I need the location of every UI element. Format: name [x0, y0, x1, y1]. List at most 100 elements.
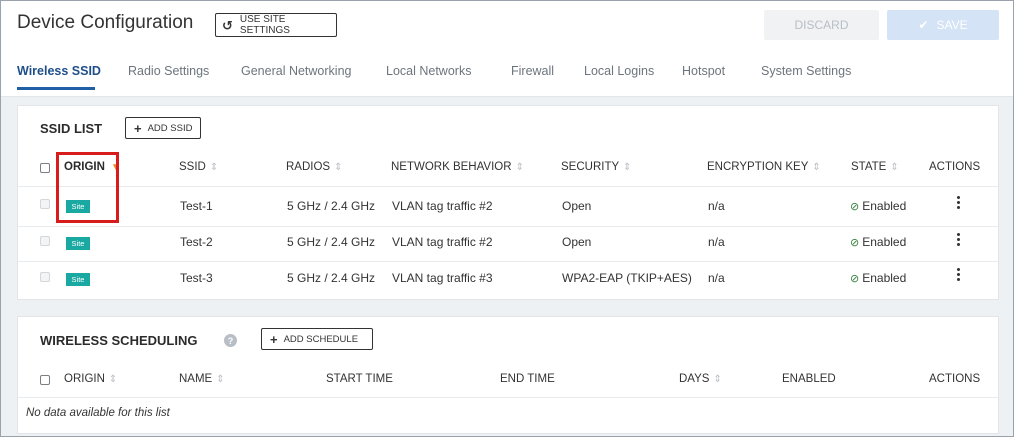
save-button[interactable]: ✔ SAVE — [887, 10, 999, 40]
column-network-behavior[interactable]: NETWORK BEHAVIOR ⇕ — [391, 161, 524, 173]
sort-icon: ⇕ — [334, 162, 343, 173]
sort-icon: ⇕ — [108, 374, 118, 385]
column-origin[interactable]: ORIGIN ⇕ — [64, 373, 117, 385]
column-name[interactable]: NAME ⇕ — [179, 373, 225, 385]
add-schedule-button[interactable]: + ADD SCHEDULE — [261, 328, 373, 350]
check-circle-icon: ⊘ — [850, 201, 860, 213]
security-cell: WPA2-EAP (TKIP+AES) — [562, 271, 692, 285]
sort-icon: ⇕ — [890, 162, 899, 173]
wireless-scheduling-card: WIRELESS SCHEDULING ? + ADD SCHEDULE ORI… — [17, 316, 999, 434]
add-ssid-button[interactable]: + ADD SSID — [125, 117, 201, 139]
column-state-label: STATE — [851, 161, 887, 173]
state-label: Enabled — [862, 235, 907, 249]
ssid-cell: Test-2 — [180, 235, 213, 249]
row-checkbox[interactable] — [40, 272, 50, 282]
origin-site-badge: Site — [66, 237, 90, 250]
column-origin-label: ORIGIN — [64, 373, 105, 385]
state-label: Enabled — [862, 199, 907, 213]
active-tab-indicator — [17, 87, 95, 90]
ssid-list-title: SSID LIST — [40, 121, 103, 136]
sort-icon: ⇕ — [209, 162, 219, 173]
page-title: Device Configuration — [17, 12, 194, 33]
column-state[interactable]: STATE ⇕ — [851, 161, 899, 173]
tab-local-logins[interactable]: Local Logins — [584, 64, 654, 78]
column-actions: ACTIONS — [929, 161, 981, 173]
select-all-checkbox[interactable] — [40, 163, 50, 173]
tab-firewall[interactable]: Firewall — [511, 64, 554, 78]
tab-bar: Wireless SSID Radio Settings General Net… — [1, 59, 1013, 97]
row-divider — [18, 397, 998, 398]
security-cell: Open — [562, 235, 592, 249]
network-behavior-cell: VLAN tag traffic #3 — [392, 271, 493, 285]
network-behavior-cell: VLAN tag traffic #2 — [392, 199, 493, 213]
tab-general-networking[interactable]: General Networking — [241, 64, 351, 78]
column-actions: ACTIONS — [929, 373, 981, 385]
plus-icon: + — [270, 331, 278, 347]
top-bar: Device Configuration ↺ USE SITE SETTINGS… — [1, 1, 1013, 97]
more-vertical-icon[interactable] — [957, 268, 961, 282]
discard-button[interactable]: DISCARD — [764, 10, 879, 40]
sort-icon: ⇕ — [216, 374, 225, 385]
column-end-time: END TIME — [500, 373, 555, 385]
empty-state-text: No data available for this list — [26, 407, 170, 419]
undo-icon: ↺ — [222, 17, 233, 33]
column-name-label: NAME — [179, 373, 213, 385]
encryption-key-cell: n/a — [708, 235, 725, 249]
column-radios[interactable]: RADIOS ⇕ — [286, 161, 342, 173]
plus-icon: + — [134, 120, 142, 136]
more-vertical-icon[interactable] — [957, 233, 961, 247]
select-all-checkbox[interactable] — [40, 375, 50, 385]
sort-icon: ⇕ — [515, 162, 524, 173]
tab-system-settings[interactable]: System Settings — [761, 64, 851, 78]
use-site-settings-button[interactable]: ↺ USE SITE SETTINGS — [215, 13, 337, 37]
radios-cell: 5 GHz / 2.4 GHz — [287, 235, 376, 249]
sort-icon: ⇕ — [713, 374, 722, 385]
column-radios-label: RADIOS — [286, 161, 331, 173]
row-divider — [18, 186, 998, 187]
ssid-list-card: SSID LIST + ADD SSID ORIGIN ▼ SSID ⇕ RADIO… — [17, 105, 999, 300]
origin-column-highlight — [56, 152, 119, 223]
add-schedule-label: ADD SCHEDULE — [283, 333, 359, 345]
network-behavior-cell: VLAN tag traffic #2 — [392, 235, 493, 249]
discard-label: DISCARD — [794, 18, 849, 32]
add-ssid-label: ADD SSID — [147, 122, 193, 134]
help-circle-icon[interactable]: ? — [224, 334, 237, 347]
encryption-key-cell: n/a — [708, 271, 725, 285]
state-cell: ⊘ Enabled — [850, 199, 906, 213]
check-icon: ✔ — [918, 18, 929, 32]
wireless-scheduling-title: WIRELESS SCHEDULING — [40, 333, 198, 348]
radios-cell: 5 GHz / 2.4 GHz — [287, 271, 376, 285]
check-circle-icon: ⊘ — [850, 273, 860, 285]
column-ssid[interactable]: SSID ⇕ — [179, 161, 218, 173]
row-checkbox[interactable] — [40, 236, 50, 246]
row-divider — [18, 261, 998, 262]
more-vertical-icon[interactable] — [957, 196, 961, 210]
state-cell: ⊘ Enabled — [850, 235, 906, 249]
tab-wireless-ssid[interactable]: Wireless SSID — [17, 64, 101, 78]
column-security[interactable]: SECURITY ⇕ — [561, 161, 632, 173]
origin-site-badge: Site — [66, 273, 90, 286]
security-cell: Open — [562, 199, 592, 213]
sort-icon: ⇕ — [623, 162, 632, 173]
column-network-behavior-label: NETWORK BEHAVIOR — [391, 161, 512, 173]
state-label: Enabled — [862, 271, 907, 285]
save-label: SAVE — [936, 18, 968, 32]
use-site-settings-label: USE SITE SETTINGS — [239, 14, 290, 36]
state-cell: ⊘ Enabled — [850, 271, 906, 285]
tab-local-networks[interactable]: Local Networks — [386, 64, 471, 78]
encryption-key-cell: n/a — [708, 199, 725, 213]
row-divider — [18, 226, 998, 227]
column-enabled: ENABLED — [782, 373, 836, 385]
tab-hotspot[interactable]: Hotspot — [682, 64, 725, 78]
ssid-cell: Test-3 — [180, 271, 213, 285]
column-encryption-key[interactable]: ENCRYPTION KEY ⇕ — [707, 161, 821, 173]
radios-cell: 5 GHz / 2.4 GHz — [287, 199, 376, 213]
column-days-label: DAYS — [679, 373, 710, 385]
column-encryption-key-label: ENCRYPTION KEY — [707, 161, 809, 173]
tab-radio-settings[interactable]: Radio Settings — [128, 64, 209, 78]
column-days[interactable]: DAYS ⇕ — [679, 373, 722, 385]
column-start-time: START TIME — [326, 373, 393, 385]
column-ssid-label: SSID — [179, 161, 206, 173]
check-circle-icon: ⊘ — [850, 237, 860, 249]
row-checkbox[interactable] — [40, 199, 50, 209]
